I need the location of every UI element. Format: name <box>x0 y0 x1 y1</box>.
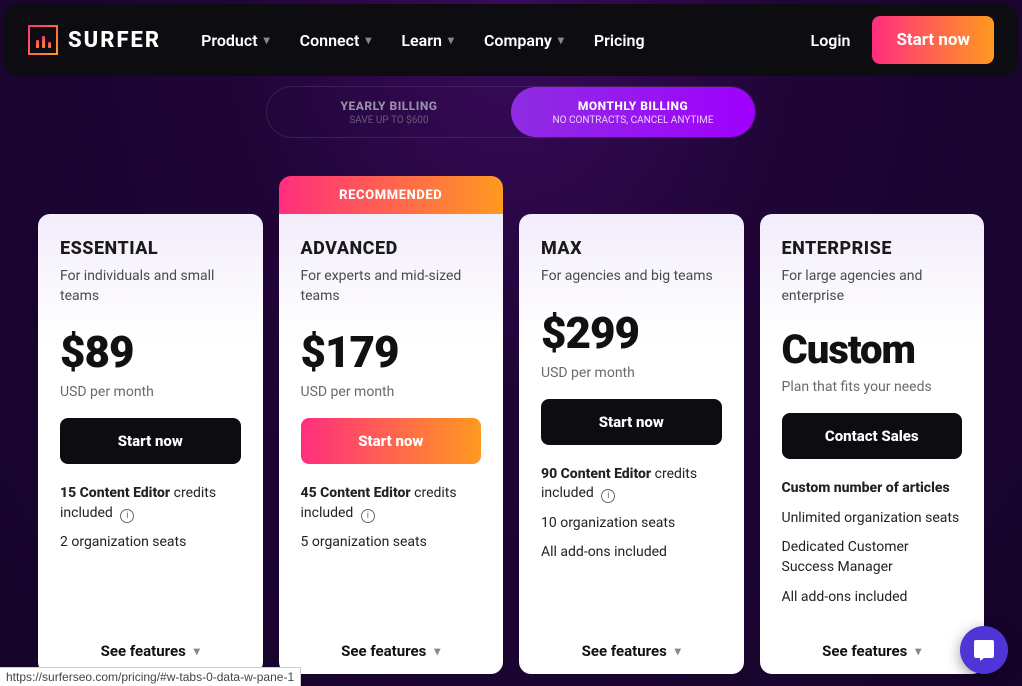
feature-line: 15 Content Editor credits included i <box>60 484 241 523</box>
feature-line: Custom number of articles <box>782 479 963 499</box>
nav-link-product[interactable]: Product▾ <box>201 31 270 50</box>
plan-price-sub: USD per month <box>301 384 482 400</box>
info-icon[interactable]: i <box>361 509 375 523</box>
feature-line: All add-ons included <box>782 588 963 608</box>
info-icon[interactable]: i <box>601 489 615 503</box>
chat-widget-button[interactable] <box>960 626 1008 674</box>
nav-link-connect[interactable]: Connect▾ <box>300 31 372 50</box>
chevron-down-icon: ▾ <box>915 644 921 658</box>
billing-monthly-option[interactable]: MONTHLY BILLING NO CONTRACTS, CANCEL ANY… <box>511 87 755 137</box>
plan-desc: For agencies and big teams <box>541 267 722 287</box>
see-features-toggle[interactable]: See features▾ <box>541 622 722 660</box>
plan-card-enterprise: ENTERPRISE For large agencies and enterp… <box>760 214 985 674</box>
plan-price-sub: USD per month <box>60 384 241 400</box>
chevron-down-icon: ▾ <box>264 33 270 47</box>
chat-icon <box>972 638 996 662</box>
logo-icon <box>28 25 58 55</box>
plan-price: $89 <box>60 326 241 378</box>
chevron-down-icon: ▾ <box>448 33 454 47</box>
feature-line: Unlimited organization seats <box>782 509 963 529</box>
feature-line: 2 organization seats <box>60 533 241 553</box>
nav-right: Login Start now <box>811 16 994 64</box>
chevron-down-icon: ▾ <box>558 33 564 47</box>
browser-status-url: https://surferseo.com/pricing/#w-tabs-0-… <box>0 667 301 686</box>
chevron-down-icon: ▾ <box>675 644 681 658</box>
brand-name: SURFER <box>68 28 161 53</box>
feature-line: 45 Content Editor credits included i <box>301 484 482 523</box>
plan-name: ESSENTIAL <box>60 238 241 259</box>
feature-line: 10 organization seats <box>541 514 722 534</box>
plan-features: 45 Content Editor credits included i 5 o… <box>301 484 482 553</box>
start-now-button[interactable]: Start now <box>541 399 722 445</box>
feature-line: All add-ons included <box>541 543 722 563</box>
chevron-down-icon: ▾ <box>365 33 371 47</box>
start-now-button[interactable]: Start now <box>872 16 994 64</box>
plan-card-advanced: RECOMMENDED ADVANCED For experts and mid… <box>279 176 504 674</box>
chevron-down-icon: ▾ <box>194 644 200 658</box>
plan-card-essential: ESSENTIAL For individuals and small team… <box>38 214 263 674</box>
plan-price: $299 <box>541 307 722 359</box>
plan-price-sub: USD per month <box>541 365 722 381</box>
feature-line: 90 Content Editor credits included i <box>541 465 722 504</box>
plan-desc: For large agencies and enterprise <box>782 267 963 306</box>
feature-line: 5 organization seats <box>301 533 482 553</box>
see-features-toggle[interactable]: See features▾ <box>782 622 963 660</box>
plan-desc: For individuals and small teams <box>60 267 241 306</box>
top-nav: SURFER Product▾ Connect▾ Learn▾ Company▾… <box>4 4 1018 76</box>
see-features-toggle[interactable]: See features▾ <box>301 622 482 660</box>
nav-link-company[interactable]: Company▾ <box>484 31 564 50</box>
plan-price: $179 <box>301 326 482 378</box>
plan-price-sub: Plan that fits your needs <box>782 379 963 395</box>
feature-line: Dedicated Customer Success Manager <box>782 538 963 577</box>
plan-name: ENTERPRISE <box>782 238 963 259</box>
pricing-cards: ESSENTIAL For individuals and small team… <box>38 176 984 674</box>
contact-sales-button[interactable]: Contact Sales <box>782 413 963 459</box>
billing-toggle: YEARLY BILLING SAVE UP TO $600 MONTHLY B… <box>266 86 756 138</box>
plan-desc: For experts and mid-sized teams <box>301 267 482 306</box>
see-features-toggle[interactable]: See features▾ <box>60 622 241 660</box>
plan-features: 90 Content Editor credits included i 10 … <box>541 465 722 563</box>
chevron-down-icon: ▾ <box>434 644 440 658</box>
brand-logo[interactable]: SURFER <box>28 25 161 55</box>
plan-card-max: MAX For agencies and big teams $299 USD … <box>519 214 744 674</box>
start-now-button[interactable]: Start now <box>301 418 482 464</box>
plan-features: Custom number of articles Unlimited orga… <box>782 479 963 607</box>
nav-links: Product▾ Connect▾ Learn▾ Company▾ Pricin… <box>201 31 645 50</box>
nav-link-learn[interactable]: Learn▾ <box>401 31 454 50</box>
recommended-ribbon: RECOMMENDED <box>279 176 504 214</box>
nav-link-pricing[interactable]: Pricing <box>594 31 645 50</box>
plan-price: Custom <box>782 326 963 373</box>
billing-yearly-option[interactable]: YEARLY BILLING SAVE UP TO $600 <box>267 87 511 137</box>
plan-name: ADVANCED <box>301 238 482 259</box>
plan-name: MAX <box>541 238 722 259</box>
login-link[interactable]: Login <box>811 31 851 50</box>
info-icon[interactable]: i <box>120 509 134 523</box>
start-now-button[interactable]: Start now <box>60 418 241 464</box>
plan-features: 15 Content Editor credits included i 2 o… <box>60 484 241 553</box>
